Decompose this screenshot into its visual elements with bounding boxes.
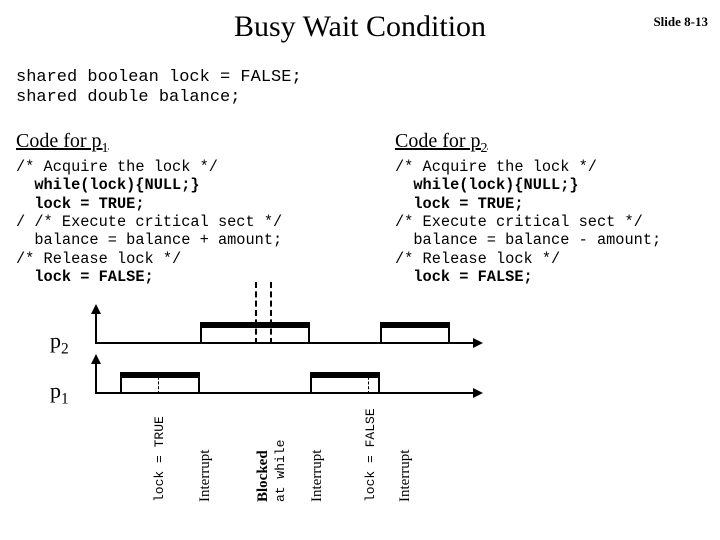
p2-xaxis-arrow (473, 338, 483, 348)
p1-fall2 (378, 372, 380, 394)
p2-l7: lock = FALSE; (395, 268, 533, 286)
slide-number: Slide 8-13 (653, 14, 708, 30)
lane-p2-text: p (50, 328, 61, 353)
code-header-p2-sub: 2 (481, 141, 488, 156)
code-header-p2-text: Code for p (395, 130, 481, 152)
p1-l4: / /* Execute critical sect */ (16, 213, 282, 231)
p1-l3: lock = TRUE; (16, 195, 145, 213)
dash-blocked-right (270, 282, 272, 344)
p1-yaxis-arrow (91, 354, 101, 364)
p2-l3: lock = TRUE; (395, 195, 524, 213)
p2-yaxis (95, 312, 97, 344)
code-block-p1: /* Acquire the lock */ while(lock){NULL;… (16, 158, 282, 286)
p1-run-seg1 (120, 372, 200, 378)
label-interrupt-1: Interrupt (197, 450, 214, 502)
p2-l5: balance = balance - amount; (395, 231, 661, 249)
code-header-p1: Code for p1 (16, 130, 109, 157)
label-at-while: at while (273, 440, 288, 502)
p1-l5: balance = balance + amount; (16, 231, 282, 249)
dash-lock-false (368, 372, 369, 394)
p1-xaxis-arrow (473, 388, 483, 398)
code-header-p1-text: Code for p (16, 130, 102, 152)
p1-rise2 (310, 372, 312, 394)
p1-rise1 (120, 372, 122, 394)
label-lock-false: lock = FALSE (363, 408, 378, 502)
lane-p1-text: p (50, 378, 61, 403)
p2-xaxis (95, 342, 475, 344)
label-interrupt-2: Interrupt (309, 450, 326, 502)
p1-run-seg2 (310, 372, 380, 378)
p2-l2: while(lock){NULL;} (395, 176, 579, 194)
p2-l6: /* Release lock */ (395, 250, 560, 268)
p1-yaxis (95, 362, 97, 394)
p2-l1: /* Acquire the lock */ (395, 158, 597, 176)
p2-rise1 (200, 322, 202, 344)
p1-xaxis (95, 392, 475, 394)
shared-decls: shared boolean lock = FALSE; shared doub… (16, 68, 302, 109)
timing-diagram: p2 p1 (90, 292, 550, 512)
p1-l1: /* Acquire the lock */ (16, 158, 218, 176)
p1-l2: while(lock){NULL;} (16, 176, 200, 194)
code-header-p1-sub: 1 (102, 141, 109, 156)
p2-l4: /* Execute critical sect */ (395, 213, 643, 231)
dash-blocked-left (255, 282, 257, 344)
p2-rise2 (380, 322, 382, 344)
p2-fall1 (308, 322, 310, 344)
slide-title: Busy Wait Condition (0, 10, 720, 44)
lane-label-p2: p2 (50, 328, 69, 358)
p2-yaxis-arrow (91, 304, 101, 314)
lane-label-p1: p1 (50, 378, 69, 408)
p2-run-seg2 (380, 322, 450, 328)
label-interrupt-3: Interrupt (397, 450, 414, 502)
label-lock-true: lock = TRUE (152, 416, 167, 502)
lane-p2-sub: 2 (61, 340, 69, 357)
slide-root: Busy Wait Condition Slide 8-13 shared bo… (0, 0, 720, 540)
lane-p1-sub: 1 (61, 390, 69, 407)
p2-fall2 (448, 322, 450, 344)
label-blocked: Blocked (255, 450, 272, 502)
dash-lock-true (158, 372, 159, 394)
p1-fall1 (198, 372, 200, 394)
p1-l7: lock = FALSE; (16, 268, 154, 286)
p1-l6: /* Release lock */ (16, 250, 181, 268)
code-block-p2: /* Acquire the lock */ while(lock){NULL;… (395, 158, 661, 286)
code-header-p2: Code for p2 (395, 130, 488, 157)
